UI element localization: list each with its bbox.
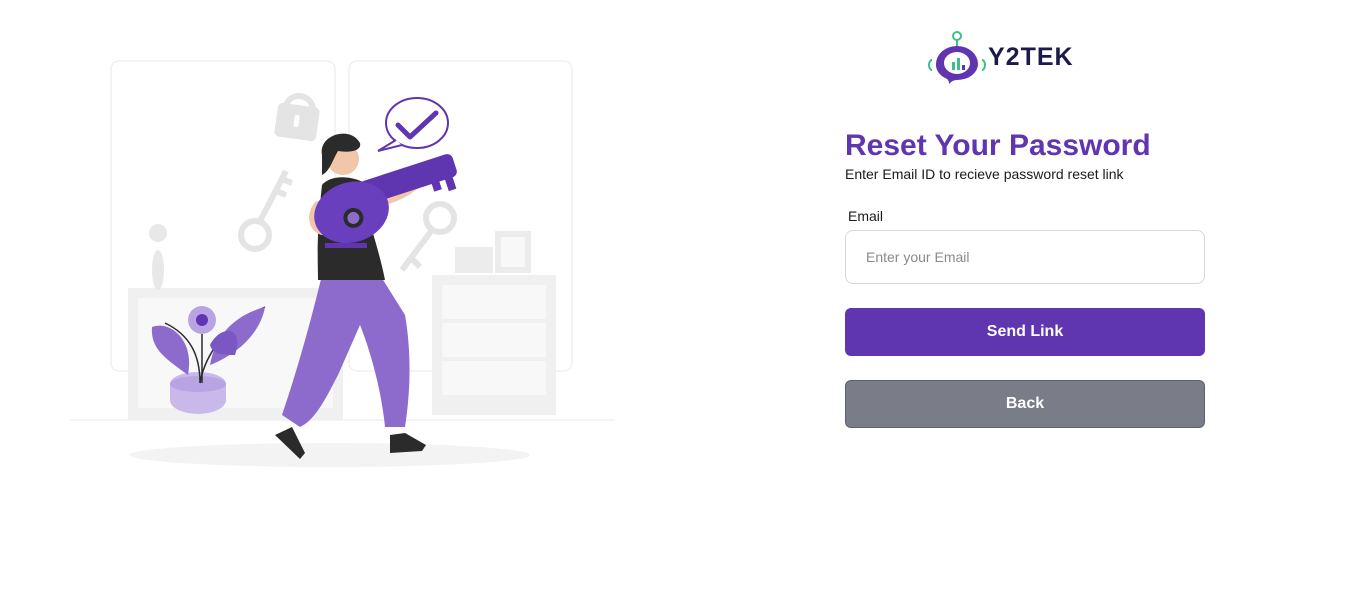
email-field[interactable]: [845, 230, 1205, 284]
brand-logo: Y2TEK: [928, 30, 1098, 84]
reset-password-illustration: [70, 60, 615, 467]
page-subtitle: Enter Email ID to recieve password reset…: [845, 166, 1124, 182]
robot-logo-icon: [928, 31, 986, 84]
brand-name: Y2TEK: [988, 42, 1074, 71]
send-link-button[interactable]: Send Link: [845, 308, 1205, 356]
page-title: Reset Your Password: [845, 129, 1151, 162]
reset-password-form: Reset Your Password Enter Email ID to re…: [845, 128, 1205, 428]
email-label: Email: [848, 208, 884, 224]
back-button[interactable]: Back: [845, 380, 1205, 428]
